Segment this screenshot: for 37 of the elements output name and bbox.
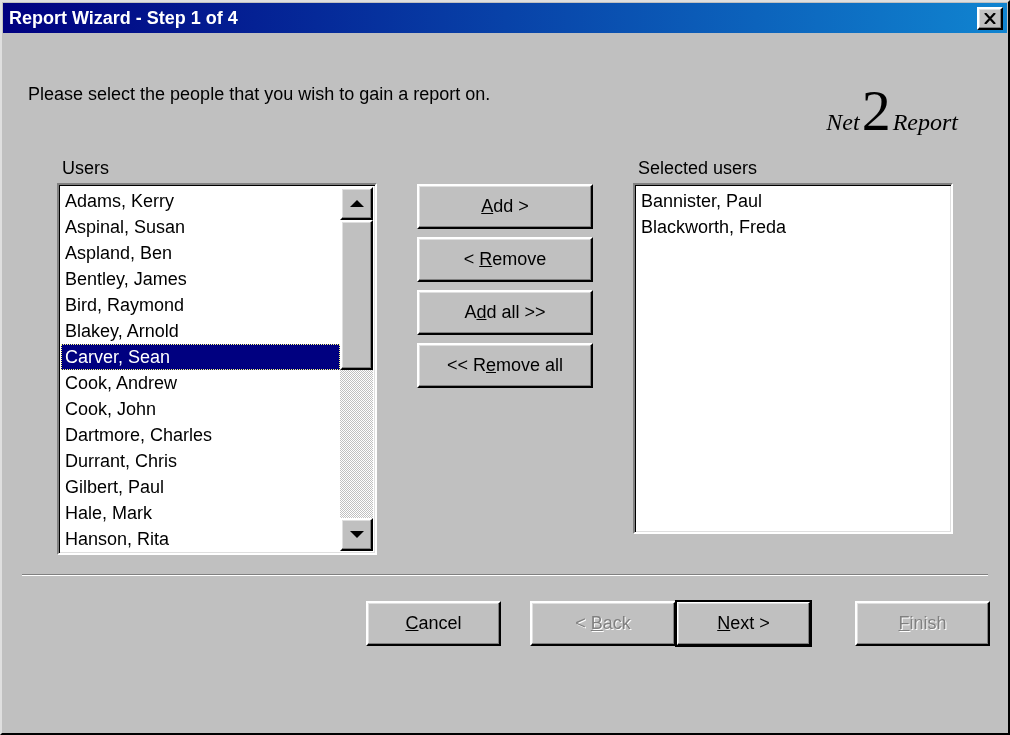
list-item[interactable]: Carver, Sean — [61, 344, 340, 370]
list-item[interactable]: Adams, Kerry — [61, 188, 340, 214]
list-item[interactable]: Cook, Andrew — [61, 370, 340, 396]
close-icon — [984, 12, 996, 24]
remove-all-button[interactable]: << Remove all — [417, 343, 593, 388]
list-item[interactable]: Blakey, Arnold — [61, 318, 340, 344]
down-arrow-icon — [349, 530, 364, 539]
list-label: Selected users — [637, 158, 758, 179]
list-item[interactable]: Hale, Mark — [61, 500, 340, 526]
up-arrow-icon — [349, 199, 364, 208]
add-all-button[interactable]: Add all >> — [417, 290, 593, 335]
window-title: Report Wizard - Step 1 of 4 — [9, 7, 238, 29]
list-item[interactable]: Hanson, Rita — [61, 526, 340, 551]
scrollbar[interactable] — [340, 187, 373, 551]
logo: Net2Report — [826, 82, 958, 140]
cancel-button[interactable]: Cancel — [366, 601, 501, 646]
list-item[interactable]: Bannister, Paul — [637, 188, 949, 214]
close-button[interactable] — [977, 6, 1003, 30]
scroll-thumb[interactable] — [340, 220, 373, 370]
scroll-up-button[interactable] — [340, 187, 373, 220]
list-item[interactable]: Dartmore, Charles — [61, 422, 340, 448]
list-box[interactable]: Bannister, Paul Blackworth, Freda — [633, 183, 953, 534]
remove-button[interactable]: < Remove — [417, 237, 593, 282]
list-item[interactable]: Gilbert, Paul — [61, 474, 340, 500]
list-box[interactable]: Adams, Kerry Aspinal, Susan Aspland, Ben Bentley, James Bird, Raymond Blakey, Arnold Carver, Sean Cook, Andrew Cook, John Dartmore, Charles Durrant, Chris Gilbert, Paul Hale, Mark Hanson, Rita — [57, 183, 377, 555]
list-item[interactable]: Durrant, Chris — [61, 448, 340, 474]
list-item[interactable]: Bentley, James — [61, 266, 340, 292]
next-button[interactable]: Next > — [676, 601, 811, 646]
scroll-down-button[interactable] — [340, 518, 373, 551]
list-item[interactable]: Cook, John — [61, 396, 340, 422]
list-label: Users — [61, 158, 109, 179]
add-button[interactable]: Add > — [417, 184, 593, 229]
list-item[interactable]: Bird, Raymond — [61, 292, 340, 318]
instruction-text: Please select the people that you wish to gain a report on. — [28, 84, 491, 105]
list-item[interactable]: Aspland, Ben — [61, 240, 340, 266]
list-item[interactable]: Blackworth, Freda — [637, 214, 949, 240]
list-item[interactable]: Aspinal, Susan — [61, 214, 340, 240]
